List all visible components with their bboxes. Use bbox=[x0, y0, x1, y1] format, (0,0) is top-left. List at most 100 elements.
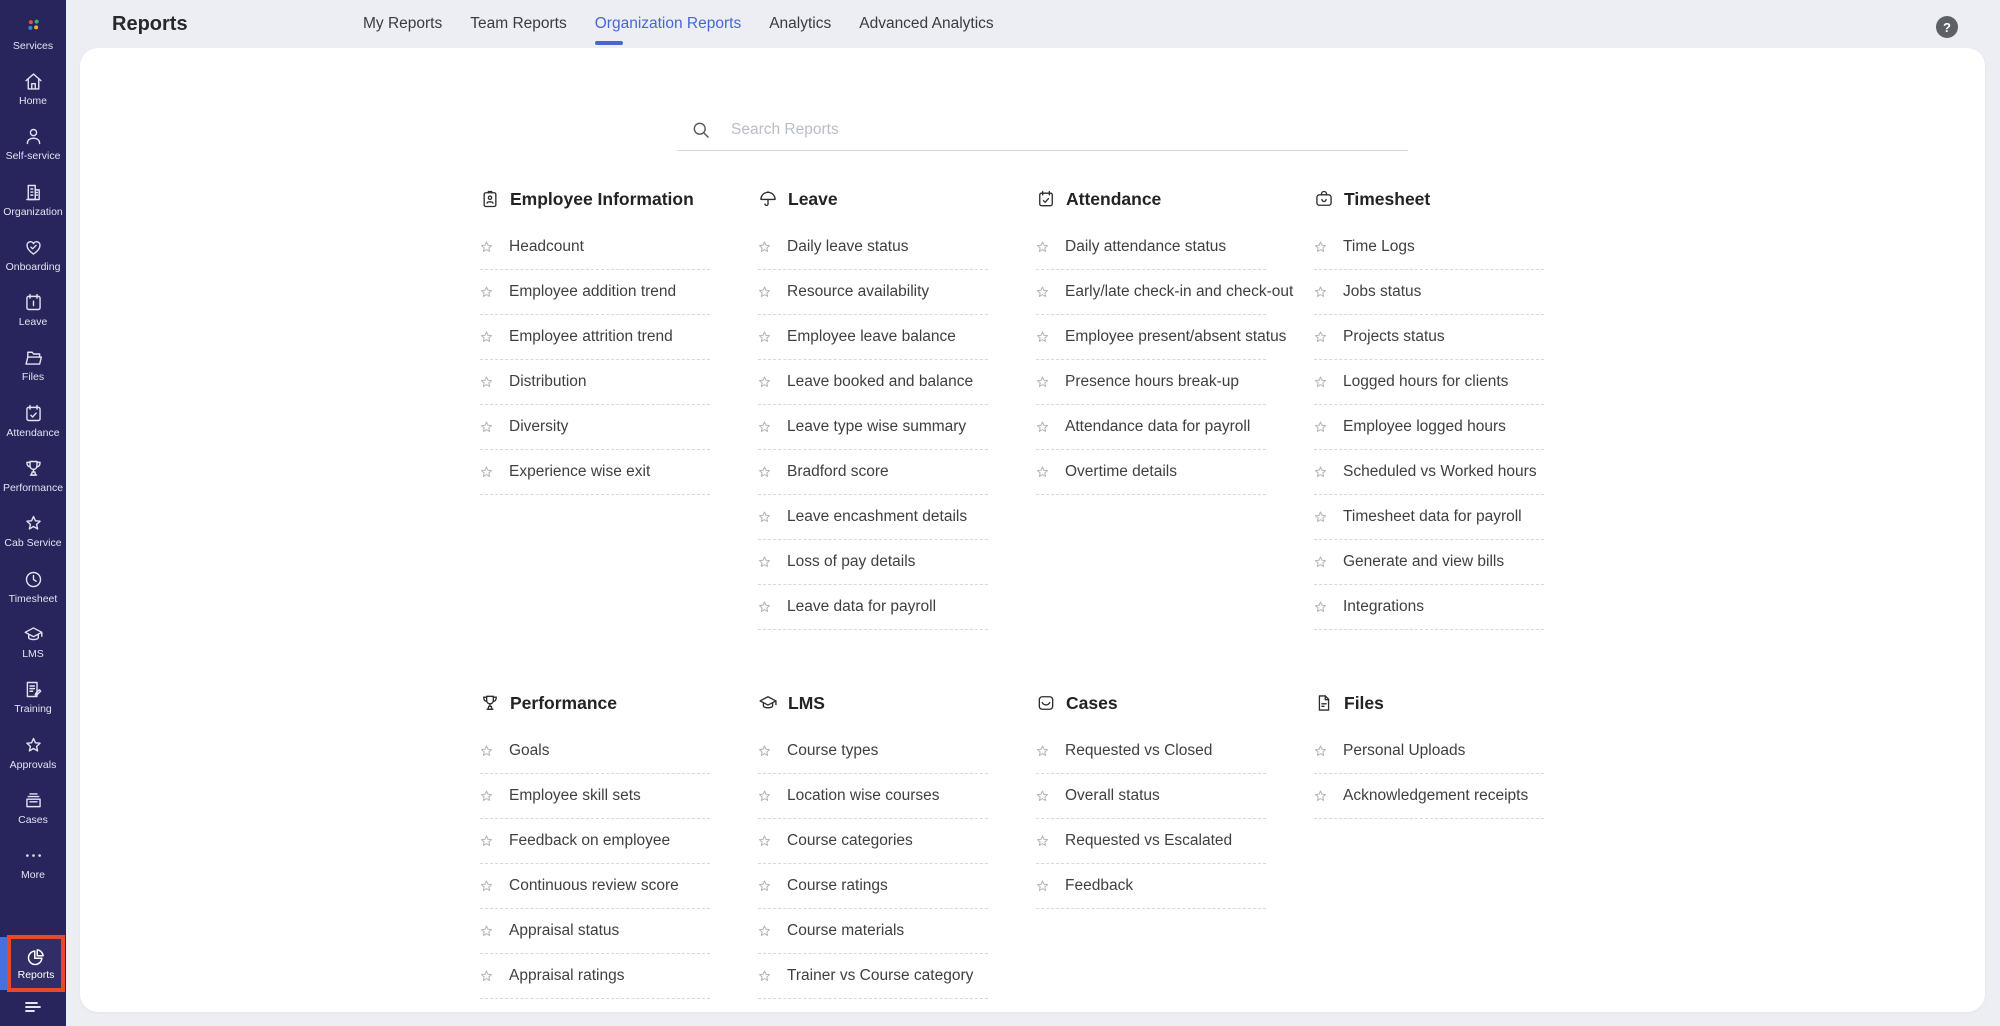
report-item-requested-vs-closed[interactable]: Requested vs Closed bbox=[1036, 729, 1266, 774]
star-icon[interactable] bbox=[1034, 788, 1051, 805]
tab-my-reports[interactable]: My Reports bbox=[363, 15, 442, 33]
sidebar-item-attendance[interactable]: Attendance bbox=[0, 393, 66, 448]
star-icon[interactable] bbox=[756, 878, 773, 895]
sidebar-item-performance[interactable]: Performance bbox=[0, 448, 66, 503]
star-icon[interactable] bbox=[756, 833, 773, 850]
report-item-course-categories[interactable]: Course categories bbox=[758, 819, 988, 864]
star-icon[interactable] bbox=[478, 878, 495, 895]
star-icon[interactable] bbox=[1034, 878, 1051, 895]
report-item-leave-encashment-details[interactable]: Leave encashment details bbox=[758, 495, 988, 540]
report-item-daily-attendance-status[interactable]: Daily attendance status bbox=[1036, 225, 1266, 270]
star-icon[interactable] bbox=[756, 284, 773, 301]
report-item-goals[interactable]: Goals bbox=[480, 729, 710, 774]
sidebar-item-services[interactable]: Services bbox=[0, 6, 66, 61]
star-icon[interactable] bbox=[478, 374, 495, 391]
report-item-acknowledgement-receipts[interactable]: Acknowledgement receipts bbox=[1314, 774, 1544, 819]
star-icon[interactable] bbox=[478, 788, 495, 805]
report-item-attendance-data-for-payroll[interactable]: Attendance data for payroll bbox=[1036, 405, 1266, 450]
star-icon[interactable] bbox=[1034, 833, 1051, 850]
report-item-scheduled-vs-worked-hours[interactable]: Scheduled vs Worked hours bbox=[1314, 450, 1544, 495]
report-item-diversity[interactable]: Diversity bbox=[480, 405, 710, 450]
star-icon[interactable] bbox=[478, 329, 495, 346]
star-icon[interactable] bbox=[756, 374, 773, 391]
report-item-feedback[interactable]: Feedback bbox=[1036, 864, 1266, 909]
star-icon[interactable] bbox=[1034, 743, 1051, 760]
report-item-employee-present-absent-status[interactable]: Employee present/absent status bbox=[1036, 315, 1266, 360]
star-icon[interactable] bbox=[1312, 419, 1329, 436]
report-item-jobs-status[interactable]: Jobs status bbox=[1314, 270, 1544, 315]
star-icon[interactable] bbox=[1034, 284, 1051, 301]
report-item-appraisal-status[interactable]: Appraisal status bbox=[480, 909, 710, 954]
star-icon[interactable] bbox=[478, 923, 495, 940]
report-item-logged-hours-for-clients[interactable]: Logged hours for clients bbox=[1314, 360, 1544, 405]
report-item-employee-leave-balance[interactable]: Employee leave balance bbox=[758, 315, 988, 360]
sidebar-item-leave[interactable]: Leave bbox=[0, 282, 66, 337]
report-item-appraisal-ratings[interactable]: Appraisal ratings bbox=[480, 954, 710, 999]
menu-icon[interactable] bbox=[21, 995, 45, 1019]
star-icon[interactable] bbox=[1312, 743, 1329, 760]
star-icon[interactable] bbox=[1034, 329, 1051, 346]
sidebar-item-organization[interactable]: Organization bbox=[0, 172, 66, 227]
star-icon[interactable] bbox=[756, 509, 773, 526]
star-icon[interactable] bbox=[1034, 464, 1051, 481]
report-item-bradford-score[interactable]: Bradford score bbox=[758, 450, 988, 495]
report-item-leave-data-for-payroll[interactable]: Leave data for payroll bbox=[758, 585, 988, 630]
sidebar-item-lms[interactable]: LMS bbox=[0, 614, 66, 669]
star-icon[interactable] bbox=[756, 329, 773, 346]
report-item-employee-attrition-trend[interactable]: Employee attrition trend bbox=[480, 315, 710, 360]
tab-advanced-analytics[interactable]: Advanced Analytics bbox=[859, 15, 993, 33]
star-icon[interactable] bbox=[756, 923, 773, 940]
report-item-course-materials[interactable]: Course materials bbox=[758, 909, 988, 954]
report-item-integrations[interactable]: Integrations bbox=[1314, 585, 1544, 630]
report-item-daily-leave-status[interactable]: Daily leave status bbox=[758, 225, 988, 270]
sidebar-item-self-service[interactable]: Self-service bbox=[0, 117, 66, 172]
report-item-location-wise-courses[interactable]: Location wise courses bbox=[758, 774, 988, 819]
star-icon[interactable] bbox=[1312, 239, 1329, 256]
star-icon[interactable] bbox=[756, 788, 773, 805]
sidebar-item-onboarding[interactable]: Onboarding bbox=[0, 227, 66, 282]
star-icon[interactable] bbox=[756, 554, 773, 571]
help-button[interactable]: ? bbox=[1936, 16, 1958, 38]
report-item-course-types[interactable]: Course types bbox=[758, 729, 988, 774]
star-icon[interactable] bbox=[756, 419, 773, 436]
report-item-requested-vs-escalated[interactable]: Requested vs Escalated bbox=[1036, 819, 1266, 864]
star-icon[interactable] bbox=[756, 599, 773, 616]
sidebar-item-more[interactable]: More bbox=[0, 835, 66, 890]
star-icon[interactable] bbox=[1034, 419, 1051, 436]
report-item-headcount[interactable]: Headcount bbox=[480, 225, 710, 270]
report-item-personal-uploads[interactable]: Personal Uploads bbox=[1314, 729, 1544, 774]
report-item-early-late-check-in-and-check-out[interactable]: Early/late check-in and check-out bbox=[1036, 270, 1266, 315]
report-item-continuous-review-score[interactable]: Continuous review score bbox=[480, 864, 710, 909]
report-item-distribution[interactable]: Distribution bbox=[480, 360, 710, 405]
sidebar-item-reports[interactable]: Reports bbox=[7, 935, 65, 992]
sidebar-item-timesheet[interactable]: Timesheet bbox=[0, 559, 66, 614]
report-item-course-ratings[interactable]: Course ratings bbox=[758, 864, 988, 909]
star-icon[interactable] bbox=[478, 743, 495, 760]
report-item-employee-skill-sets[interactable]: Employee skill sets bbox=[480, 774, 710, 819]
star-icon[interactable] bbox=[756, 464, 773, 481]
report-item-employee-logged-hours[interactable]: Employee logged hours bbox=[1314, 405, 1544, 450]
star-icon[interactable] bbox=[756, 743, 773, 760]
star-icon[interactable] bbox=[756, 968, 773, 985]
star-icon[interactable] bbox=[478, 284, 495, 301]
report-item-presence-hours-break-up[interactable]: Presence hours break-up bbox=[1036, 360, 1266, 405]
sidebar-item-approvals[interactable]: Approvals bbox=[0, 725, 66, 780]
sidebar-item-training[interactable]: Training bbox=[0, 670, 66, 725]
report-item-leave-booked-and-balance[interactable]: Leave booked and balance bbox=[758, 360, 988, 405]
star-icon[interactable] bbox=[756, 239, 773, 256]
star-icon[interactable] bbox=[1034, 374, 1051, 391]
report-item-timesheet-data-for-payroll[interactable]: Timesheet data for payroll bbox=[1314, 495, 1544, 540]
star-icon[interactable] bbox=[1312, 788, 1329, 805]
star-icon[interactable] bbox=[478, 968, 495, 985]
report-item-generate-and-view-bills[interactable]: Generate and view bills bbox=[1314, 540, 1544, 585]
star-icon[interactable] bbox=[1312, 509, 1329, 526]
tab-analytics[interactable]: Analytics bbox=[769, 15, 831, 33]
star-icon[interactable] bbox=[1312, 329, 1329, 346]
star-icon[interactable] bbox=[1312, 284, 1329, 301]
tab-team-reports[interactable]: Team Reports bbox=[470, 15, 566, 33]
report-item-feedback-on-employee[interactable]: Feedback on employee bbox=[480, 819, 710, 864]
star-icon[interactable] bbox=[478, 464, 495, 481]
report-item-experience-wise-exit[interactable]: Experience wise exit bbox=[480, 450, 710, 495]
report-item-loss-of-pay-details[interactable]: Loss of pay details bbox=[758, 540, 988, 585]
sidebar-item-files[interactable]: Files bbox=[0, 338, 66, 393]
